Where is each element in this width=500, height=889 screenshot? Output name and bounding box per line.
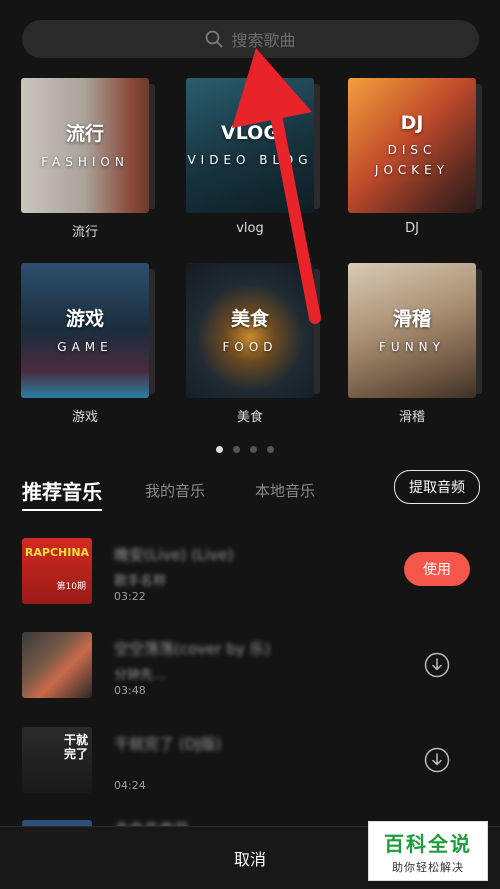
song-thumbnail: 干就完了: [22, 727, 92, 793]
song-artist: 歌手名称: [114, 574, 167, 589]
download-icon[interactable]: [424, 747, 450, 773]
category-label: DJ: [405, 221, 419, 236]
category-label: 美食: [236, 410, 263, 425]
song-thumbnail: RAPCHINA 第10期: [22, 538, 92, 604]
music-tabs: 推荐音乐 我的音乐 本地音乐 提取音频: [22, 470, 480, 511]
song-thumbnail: [22, 632, 92, 698]
download-icon[interactable]: [424, 652, 450, 678]
category-label: 游戏: [71, 410, 98, 425]
category-dj[interactable]: DJ DISC JOCKEY DJ: [342, 78, 482, 236]
song-duration: 03:48: [114, 684, 146, 697]
category-label: vlog: [236, 221, 264, 236]
song-title: 晚安(Live) (Live): [114, 546, 234, 564]
page-dot[interactable]: [250, 446, 257, 453]
category-pop[interactable]: 流行 FASHION 流行: [15, 78, 155, 240]
category-cover: DJ DISC JOCKEY: [348, 78, 476, 213]
song-item[interactable]: 空空荡荡(cover by 乐) 分钟先… 03:48: [22, 632, 482, 702]
search-bar[interactable]: 搜索歌曲: [22, 20, 479, 58]
category-cover: 美食 FOOD: [186, 263, 314, 398]
page-dot[interactable]: [233, 446, 240, 453]
song-duration: 03:22: [114, 590, 146, 603]
song-title: 干就完了 (DJ版): [114, 735, 222, 753]
tab-local-music[interactable]: 本地音乐: [255, 480, 315, 501]
search-input[interactable]: 搜索歌曲: [231, 27, 295, 51]
extract-audio-button[interactable]: 提取音频: [394, 470, 480, 504]
category-game[interactable]: 游戏 GAME 游戏: [15, 263, 155, 425]
category-cover: 游戏 GAME: [21, 263, 149, 398]
page-dot[interactable]: [267, 446, 274, 453]
page-dot[interactable]: [216, 446, 223, 453]
song-duration: 04:24: [114, 779, 146, 792]
category-cover: 流行 FASHION: [21, 78, 149, 213]
use-button[interactable]: 使用: [404, 552, 470, 586]
category-cover: 滑稽 FUNNY: [348, 263, 476, 398]
watermark-logo: 百科全说 助你轻松解决: [368, 821, 488, 881]
song-title: 空空荡荡(cover by 乐): [114, 640, 271, 658]
tab-recommended[interactable]: 推荐音乐: [22, 476, 102, 511]
category-cover: VLOG VIDEO BLOG: [186, 78, 314, 213]
category-label: 滑稽: [398, 410, 425, 425]
song-item[interactable]: 干就完了 干就完了 (DJ版) 04:24: [22, 727, 482, 797]
song-artist: 分钟先…: [114, 668, 167, 683]
category-food[interactable]: 美食 FOOD 美食: [180, 263, 320, 425]
tab-my-music[interactable]: 我的音乐: [145, 480, 205, 501]
category-vlog[interactable]: VLOG VIDEO BLOG vlog: [180, 78, 320, 236]
category-label: 流行: [71, 225, 98, 240]
category-funny[interactable]: 滑稽 FUNNY 滑稽: [342, 263, 482, 425]
search-icon: [206, 30, 223, 48]
song-item[interactable]: RAPCHINA 第10期 晚安(Live) (Live) 歌手名称 03:22…: [22, 538, 482, 608]
cancel-button[interactable]: 取消: [234, 846, 266, 870]
page-indicator: [216, 446, 274, 453]
